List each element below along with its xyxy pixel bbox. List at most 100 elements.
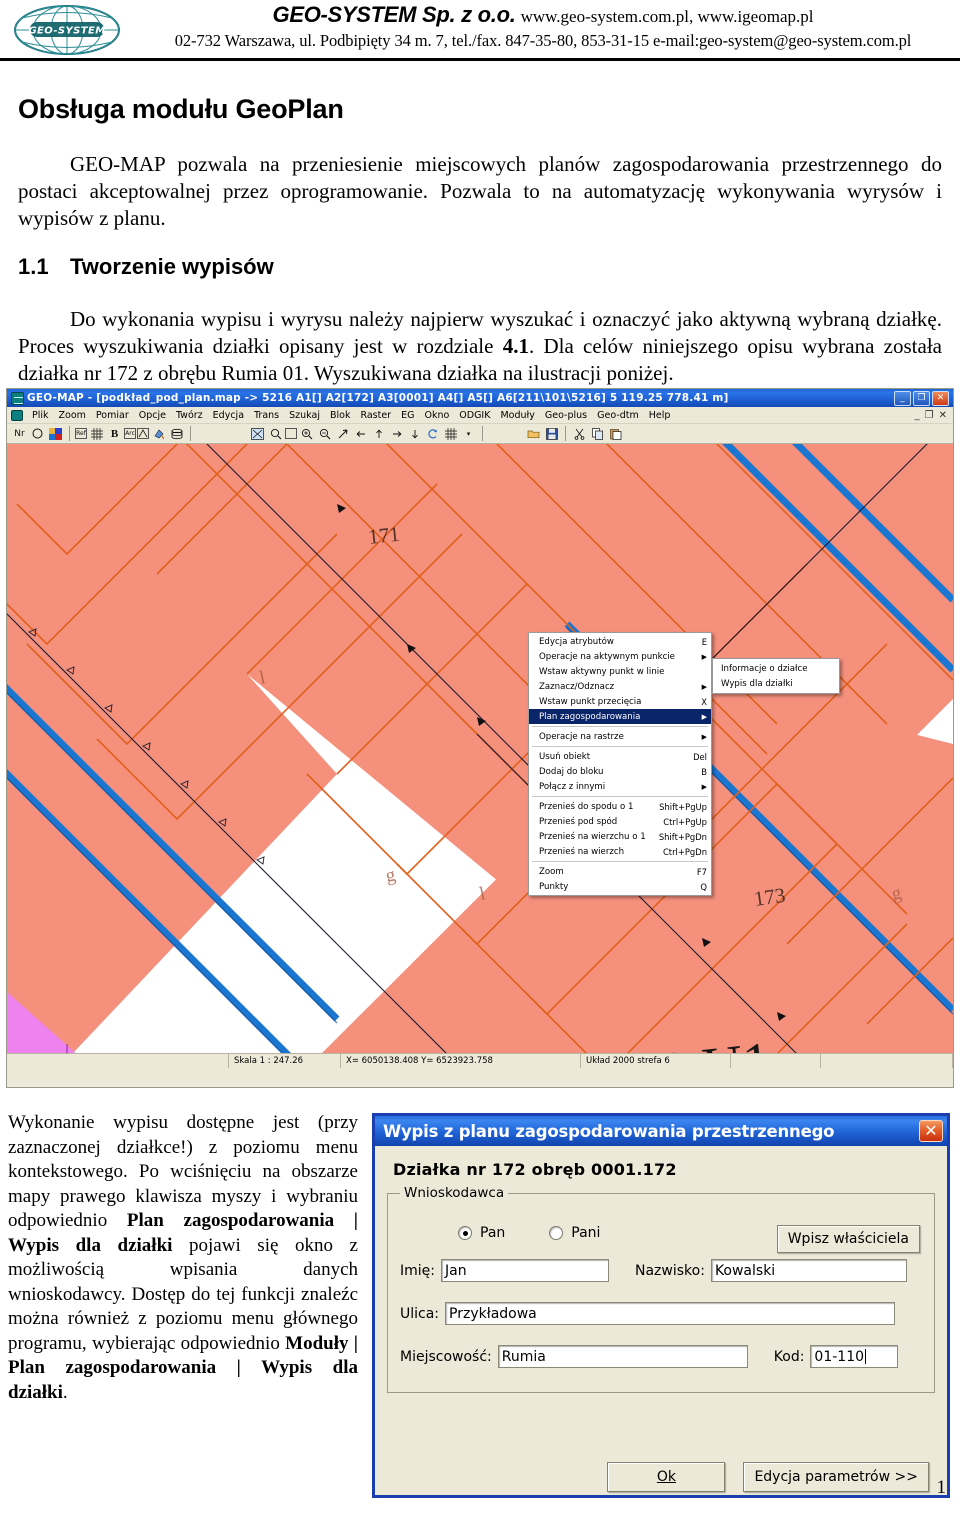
refresh-icon[interactable] <box>424 426 441 442</box>
rect-tool-icon[interactable] <box>285 428 297 439</box>
zoom-in-icon[interactable] <box>298 426 315 442</box>
menu-item-szukaj[interactable]: Szukaj <box>284 409 325 422</box>
circle-icon[interactable] <box>29 426 46 442</box>
window-minimize-button[interactable]: _ <box>894 390 911 406</box>
map-context-menu[interactable]: Edycja atrybutów E Operacje na aktywnym … <box>528 632 712 896</box>
pan-up-icon[interactable] <box>370 426 387 442</box>
text-bold-icon[interactable]: B <box>106 426 123 442</box>
app-icon <box>11 391 24 405</box>
measure-icon[interactable] <box>137 428 149 439</box>
ctx-accel: Shift+PgDn <box>658 831 707 842</box>
nazwisko-input[interactable]: Kowalski <box>710 1259 907 1282</box>
window-restore-button[interactable]: ❐ <box>913 390 930 406</box>
ctx-item-przenies-na-wierzch[interactable]: Przenieś na wierzch Ctrl+PgDn <box>529 844 711 859</box>
ctx-sub-item-wypis-dla-dzialki[interactable]: Wypis dla działki <box>713 676 839 691</box>
paint-icon[interactable] <box>150 426 167 442</box>
menu-item-eg[interactable]: EG <box>396 409 419 422</box>
label-ulica: Ulica: <box>400 1305 440 1322</box>
arc-tool-icon[interactable]: Arc <box>124 428 136 439</box>
ctx-item-operacje-na-aktywnym-punkcie[interactable]: Operacje na aktywnym punkcie ▶ <box>529 649 711 664</box>
mdi-close-button[interactable]: ✕ <box>939 410 947 421</box>
paste-icon[interactable] <box>607 426 624 442</box>
ctx-item-zoom[interactable]: Zoom F7 <box>529 864 711 879</box>
pan-down-icon[interactable] <box>406 426 423 442</box>
page-header: GEO-SYSTEM GEO-SYSTEM Sp. z o.o. www.geo… <box>0 0 960 62</box>
radio-pan[interactable]: Pan <box>458 1225 505 1241</box>
menu-item-geoplus[interactable]: Geo-plus <box>540 409 592 422</box>
menu-item-okno[interactable]: Okno <box>419 409 454 422</box>
pan-left-icon[interactable] <box>352 426 369 442</box>
ctx-item-wstaw-aktywny-punkt-w-linie[interactable]: Wstaw aktywny punkt w linie <box>529 664 711 679</box>
mdi-restore-button[interactable]: ❐ <box>925 410 934 421</box>
zoom-out-icon[interactable] <box>316 426 333 442</box>
fit-icon[interactable] <box>249 426 266 442</box>
save-icon[interactable] <box>543 426 560 442</box>
pan-ne-icon[interactable] <box>334 426 351 442</box>
wpisz-wlasciciela-button[interactable]: Wpisz właściciela <box>776 1225 920 1253</box>
status-coordinates: X= 6050138.408 Y= 6523923.758 <box>341 1053 581 1068</box>
menu-item-moduly[interactable]: Moduły <box>495 409 539 422</box>
mdi-minimize-button[interactable]: _ <box>915 410 920 421</box>
menu-item-zoom[interactable]: Zoom <box>54 409 91 422</box>
menu-item-raster[interactable]: Raster <box>355 409 396 422</box>
hatch-icon[interactable] <box>88 426 105 442</box>
menu-item-help[interactable]: Help <box>644 409 676 422</box>
open-icon[interactable] <box>525 426 542 442</box>
ctx-item-punkty[interactable]: Punkty Q <box>529 879 711 894</box>
kod-input[interactable]: 01-110 <box>810 1345 899 1368</box>
svg-text:GEO-SYSTEM: GEO-SYSTEM <box>28 26 105 37</box>
chevron-down-icon[interactable]: ▾ <box>460 426 477 442</box>
ulica-input[interactable]: Przykładowa <box>445 1302 896 1325</box>
header-divider <box>0 58 960 61</box>
menu-item-opcje[interactable]: Opcje <box>134 409 171 422</box>
window-close-button[interactable]: ✕ <box>932 390 949 406</box>
ctx-item-przenies-na-wierzchu-o-1[interactable]: Przenieś na wierzchu o 1 Shift+PgDn <box>529 829 711 844</box>
menu-item-plik[interactable]: Plik <box>27 409 54 422</box>
ok-button[interactable]: Ok <box>607 1462 726 1492</box>
ctx-item-przenies-pod-spod[interactable]: Przenieś pod spód Ctrl+PgUp <box>529 814 711 829</box>
ok-button-label: Ok <box>656 1469 676 1485</box>
ctx-item-edycja-atrybutow[interactable]: Edycja atrybutów E <box>529 634 711 649</box>
menu-item-geodtm[interactable]: Geo-dtm <box>592 409 644 422</box>
ctx-item-plan-zagospodarowania[interactable]: Plan zagospodarowania ▶ <box>529 709 711 724</box>
menu-item-odgik[interactable]: ODGIK <box>454 409 495 422</box>
ctx-item-wstaw-punkt-przeciecia[interactable]: Wstaw punkt przecięcia X <box>529 694 711 709</box>
radio-pani-dot <box>549 1226 564 1240</box>
layers-icon[interactable] <box>168 426 185 442</box>
ctx-item-zaznacz-odznacz[interactable]: Zaznacz/Odznacz ▶ <box>529 679 711 694</box>
menu-item-edycja[interactable]: Edycja <box>208 409 249 422</box>
menu-item-trans[interactable]: Trans <box>249 409 284 422</box>
ctx-sub-item-informacje-o-dzialce[interactable]: Informacje o działce <box>713 661 839 676</box>
section-heading: 1.1 Tworzenie wypisów <box>18 254 960 280</box>
imie-input[interactable]: Jan <box>441 1259 609 1282</box>
ref-tool-icon[interactable]: Ref <box>75 428 87 439</box>
dialog-close-button[interactable]: ✕ <box>919 1120 943 1142</box>
colors-icon[interactable] <box>47 426 64 442</box>
ctx-item-polacz-z-innymi[interactable]: Połącz z innymi ▶ <box>529 779 711 794</box>
ctx-label: Operacje na rastrze <box>539 731 624 742</box>
cut-icon[interactable] <box>571 426 588 442</box>
ctx-item-usun-obiekt[interactable]: Usuń obiekt Del <box>529 749 711 764</box>
radio-pani[interactable]: Pani <box>549 1225 600 1241</box>
pan-right-icon[interactable] <box>388 426 405 442</box>
dialog-footer: Ok Edycja parametrów >> <box>375 1462 947 1492</box>
edycja-parametrow-button[interactable]: Edycja parametrów >> <box>743 1462 929 1492</box>
ctx-item-dodaj-do-bloku[interactable]: Dodaj do bloku B <box>529 764 711 779</box>
hatch2-icon[interactable] <box>442 426 459 442</box>
ctx-label: Edycja atrybutów <box>539 636 614 647</box>
menu-item-tworz[interactable]: Twórz <box>171 409 208 422</box>
menu-item-blok[interactable]: Blok <box>325 409 355 422</box>
nr-tool-icon[interactable]: Nr <box>11 426 28 442</box>
status-empty-1 <box>7 1053 229 1068</box>
zoom-window-icon[interactable] <box>267 426 284 442</box>
map-canvas[interactable]: 171 173 l g l g m2 59 U1 Edycja atrybutó… <box>7 444 953 1068</box>
label-nazwisko: Nazwisko: <box>635 1262 705 1279</box>
copy-icon[interactable] <box>589 426 606 442</box>
map-context-submenu[interactable]: Informacje o działce Wypis dla działki <box>712 658 840 694</box>
ctx-item-przenies-do-spodu-o-1[interactable]: Przenieś do spodu o 1 Shift+PgUp <box>529 799 711 814</box>
menu-item-pomiar[interactable]: Pomiar <box>91 409 134 422</box>
miejscowosc-input[interactable]: Rumia <box>497 1345 748 1368</box>
ctx-item-operacje-na-rastrze[interactable]: Operacje na rastrze ▶ <box>529 729 711 744</box>
submenu-arrow-icon: ▶ <box>701 682 707 691</box>
radio-pan-label: Pan <box>480 1225 506 1241</box>
